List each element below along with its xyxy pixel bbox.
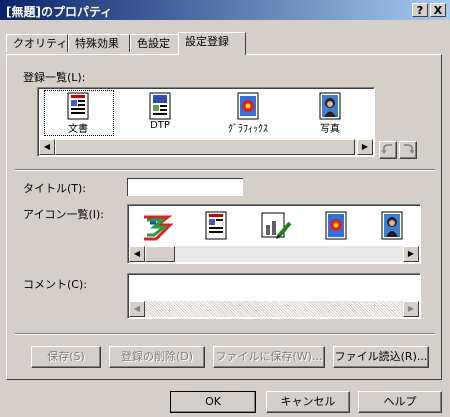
move-up-button[interactable] [379, 141, 397, 159]
tab-color-settings[interactable]: 色設定 [130, 34, 180, 52]
tab-quality[interactable]: クオリティ [6, 34, 68, 52]
separator [15, 333, 435, 335]
registration-item-photo[interactable]: 写真 [300, 92, 360, 135]
registration-list-scrollbar[interactable]: ◀ ▶ [39, 139, 373, 155]
tab-settings-registration[interactable]: 設定登録 [178, 32, 246, 55]
registration-list[interactable]: 文書 DTP ｸﾞﾗﾌｨｯｸｽ 写真 ◀ ▶ [37, 87, 375, 157]
registration-list-label: 登録一覧(L): [23, 71, 86, 84]
dtp-icon [148, 92, 172, 120]
help-footer-button[interactable]: ヘルプ [358, 391, 442, 413]
comment-scrollbar: ◀ ▶ [129, 301, 419, 317]
title-bar[interactable]: [無題]のプロパティ ? X [0, 0, 450, 20]
portrait-icon[interactable] [380, 211, 404, 244]
scroll-left-button[interactable]: ◀ [129, 246, 145, 262]
scroll-thumb[interactable] [55, 139, 355, 155]
icon-list-scrollbar[interactable]: ◀ ▶ [129, 246, 419, 262]
comment-label: コメント(C): [23, 278, 87, 291]
scroll-left-button: ◀ [129, 301, 145, 317]
icon-list[interactable]: ◀ ▶ [127, 204, 421, 264]
scroll-thumb[interactable] [145, 246, 175, 262]
scroll-right-button[interactable]: ▶ [403, 246, 419, 262]
scroll-right-button: ▶ [403, 301, 419, 317]
flower-icon[interactable] [324, 211, 348, 244]
load-file-button[interactable]: ファイル読込(R)... [333, 346, 429, 368]
registration-item-label: DTP [150, 120, 170, 131]
title-label: タイトル(T): [23, 182, 87, 195]
registration-item-graphics[interactable]: ｸﾞﾗﾌｨｯｸｽ [216, 92, 280, 135]
photo-icon [318, 92, 342, 120]
close-button[interactable]: X [430, 3, 446, 17]
registration-item-label: 写真 [320, 124, 340, 135]
window-title: [無題]のプロパティ [6, 5, 113, 19]
chart-pen-icon[interactable] [260, 211, 292, 244]
curved-arrow-right-icon [404, 144, 415, 154]
curved-arrow-left-icon [381, 144, 392, 154]
selection-focus-rect [44, 90, 114, 136]
help-button[interactable]: ? [412, 3, 428, 17]
rainbow-3-icon[interactable] [142, 213, 174, 244]
separator [15, 169, 435, 171]
comment-field[interactable]: ◀ ▶ [127, 273, 421, 319]
scroll-right-button[interactable]: ▶ [357, 139, 373, 155]
icon-list-label: アイコン一覧(I): [23, 208, 104, 221]
registration-item-dtp[interactable]: DTP [130, 92, 190, 131]
scroll-left-button[interactable]: ◀ [39, 139, 55, 155]
title-input[interactable] [127, 178, 243, 196]
graphics-icon [236, 92, 260, 120]
save-button[interactable]: 保存(S) [31, 346, 101, 368]
document-icon[interactable] [204, 211, 228, 244]
delete-registration-button[interactable]: 登録の削除(D) [109, 346, 205, 368]
save-to-file-button[interactable]: ファイルに保存(W)... [213, 346, 325, 368]
move-down-button[interactable] [399, 141, 417, 159]
ok-button[interactable]: OK [170, 391, 256, 413]
cancel-button[interactable]: キャンセル [266, 391, 350, 413]
registration-item-label: ｸﾞﾗﾌｨｯｸｽ [228, 124, 268, 135]
tab-special-effects[interactable]: 特殊効果 [68, 34, 130, 52]
tab-panel: 登録一覧(L): 文書 DTP ｸﾞﾗﾌｨｯｸｽ 写真 ◀ ▶ タイトル(T):… [6, 54, 442, 380]
